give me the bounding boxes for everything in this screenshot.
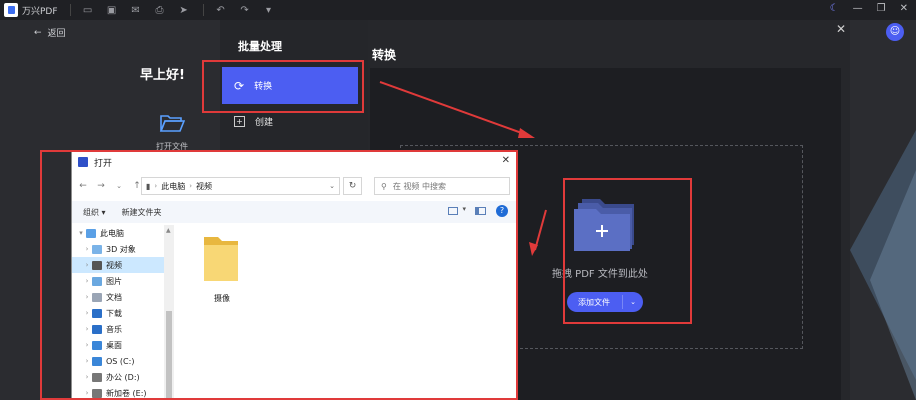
save-icon[interactable]: ▣ (105, 5, 119, 16)
close-icon[interactable]: ✕ (900, 3, 908, 14)
nav-item-label: 创建 (255, 118, 274, 128)
restore-icon[interactable]: ❐ (877, 3, 886, 14)
page-title: 转换 (372, 48, 397, 62)
folder-icon[interactable]: ▭ (81, 5, 95, 16)
annotation-box (563, 178, 692, 324)
annotation-box (202, 60, 364, 113)
dropdown-icon[interactable]: ▾ (262, 5, 276, 16)
share-icon[interactable]: ➤ (177, 5, 191, 16)
title-bar: 万兴PDF ▭ ▣ ✉ ⎙ ➤ ↶ ↷ ▾ ☾ — ❐ ✕ (0, 0, 916, 20)
moon-icon[interactable]: ☾ (830, 3, 839, 14)
back-label: 返回 (47, 29, 66, 39)
app-logo (4, 3, 18, 17)
mail-icon[interactable]: ✉ (129, 5, 143, 16)
nav-item-create[interactable]: + 创建 (234, 115, 273, 128)
print-icon[interactable]: ⎙ (153, 5, 167, 16)
divider (69, 4, 71, 16)
create-icon: + (234, 116, 245, 127)
user-icon[interactable]: ☺ (886, 23, 904, 41)
window-controls: ☾ — ❐ ✕ (830, 3, 908, 14)
greeting: 早上好! (140, 68, 185, 83)
decorative-shape (850, 130, 916, 400)
undo-icon[interactable]: ↶ (214, 5, 228, 16)
redo-icon[interactable]: ↷ (238, 5, 252, 16)
minimize-icon[interactable]: — (853, 3, 863, 14)
nav-title: 批量处理 (238, 40, 282, 53)
close-panel-icon[interactable]: ✕ (836, 22, 846, 36)
open-folder-icon[interactable] (159, 113, 185, 133)
back-button[interactable]: ← 返回 (34, 26, 66, 40)
arrow-left-icon: ← (34, 27, 42, 38)
divider (202, 4, 204, 16)
app-name: 万兴PDF (22, 6, 58, 17)
annotation-box (40, 150, 518, 400)
